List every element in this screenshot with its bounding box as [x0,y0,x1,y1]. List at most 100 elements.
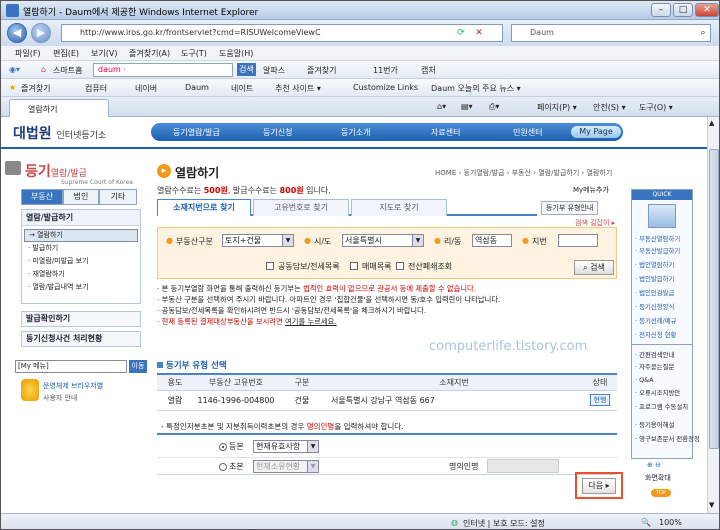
tab-realty[interactable]: 부동산 [21,189,63,205]
search-input[interactable]: Daum [511,24,711,42]
vertical-scrollbar[interactable]: ▲ ▼ [707,117,719,513]
subtab-address[interactable]: 소재지번으로 찾기 [157,199,251,216]
fav-nate[interactable]: 네이트 [231,83,253,94]
quick-item[interactable]: · 등기신청양식 [635,302,674,311]
nav-view-issue[interactable]: 등기열람/발급 [173,127,220,138]
print-icon[interactable]: ⎙▾ [489,102,499,112]
menu-help[interactable]: 도움말(H) [219,48,253,59]
status-badge[interactable]: 현행 [589,394,611,406]
toolbar-favorites[interactable]: 즐겨찾기 [307,65,336,76]
quick-item[interactable]: · 영구보존문서 전환정정 [635,434,700,443]
tab-etc[interactable]: 기타 [99,189,137,205]
close-button[interactable]: ✕ [695,3,719,17]
menu-item-issue[interactable]: · 발급하기 [28,243,58,253]
quick-item[interactable]: · 오류시조치방안 [635,388,680,397]
case-status-link[interactable]: 등기신청사건 처리현황 [21,331,141,347]
toolbar-11st[interactable]: 11번가 [373,65,398,76]
quick-item[interactable]: · 전자신청 현황 [635,330,676,339]
home-icon[interactable]: ⌂▾ [437,102,446,111]
jibun-input[interactable] [558,234,598,247]
radio-full-copy[interactable] [219,443,227,451]
fav-daum[interactable]: Daum [185,83,209,92]
issue-confirm-link[interactable]: 발급확인하기 [21,311,141,327]
quick-item[interactable]: · 간편검색안내 [635,350,674,359]
quick-item[interactable]: · 법인인감발급 [635,288,674,297]
quick-item[interactable]: · 부동산발급하기 [635,246,680,255]
menu-favorites[interactable]: 즐겨찾기(A) [129,48,170,59]
full-copy-select[interactable]: 현재유효사항 ▼ [253,440,319,453]
table-row[interactable]: 열람 1146-1996-004800 건물 서울특별시 강남구 역삼동 667… [157,390,617,411]
radio-abstract[interactable] [219,463,227,471]
zoom-level[interactable]: 100% [659,518,682,527]
back-button[interactable]: ◀ [7,23,27,43]
quick-item[interactable]: · 부동산열람하기 [635,234,680,243]
menu-item-review[interactable]: · 재열람하기 [28,269,65,279]
feed-icon[interactable]: ▤▾ [461,102,473,111]
fav-naver[interactable]: 네이버 [135,83,157,94]
top-button[interactable]: TOP [651,489,671,497]
nav-resources[interactable]: 자료센터 [431,127,460,138]
search-icon[interactable]: ⌕ [695,25,711,41]
fav-suggested[interactable]: 추천 사이트 ▾ [275,83,321,94]
fav-daum-news[interactable]: Daum 오늘의 주요 뉴스 ▾ [431,83,521,94]
quick-item[interactable]: · 프로그램 수동설치 [635,402,688,411]
zoom-icon[interactable]: 🔍 [641,518,651,527]
minimize-button[interactable]: – [651,3,671,17]
refresh-icon[interactable]: ⟳ [453,25,469,41]
quick-item[interactable]: · 법인열람하기 [635,260,674,269]
owner-name-input[interactable] [487,459,559,473]
quick-item[interactable]: · 자주묻는질문 [635,362,674,371]
chk-closed-records[interactable] [396,262,404,270]
menu-item-unviewed[interactable]: · 미열람/미발급 보기 [28,256,89,266]
ridong-input[interactable]: 역삼동 [472,234,512,247]
sido-select[interactable]: 서울특별시 ▼ [342,234,424,247]
safety-menu[interactable]: 안전(S) ▾ [593,102,626,113]
next-button[interactable]: 다음 ▸ [582,478,616,494]
tab-corp[interactable]: 법인 [63,189,99,205]
daum-search-input[interactable]: daum · [93,63,233,77]
toolbar-capture[interactable]: 캡처 [421,65,436,76]
abstract-select[interactable]: 현재소유현황 ▼ [253,460,319,473]
nav-application[interactable]: 등기신청 [263,127,292,138]
stop-icon[interactable]: ✕ [471,25,487,41]
zoom-in-out-icons[interactable]: ⊕ ⊖ [647,461,661,469]
subtab-unique-number[interactable]: 고유번호로 찾기 [253,199,349,216]
maximize-button[interactable]: □ [673,3,693,17]
subtab-map[interactable]: 지도로 찾기 [351,199,447,216]
favorites-button[interactable]: 즐겨찾기 [21,83,50,94]
menu-edit[interactable]: 편집(E) [53,48,79,59]
menu-item-history[interactable]: · 열람/발급내역 보기 [28,282,89,292]
realty-type-select[interactable]: 토지+건물 ▼ [222,234,294,247]
form-search-button[interactable]: ⌕ 검색 [574,260,614,275]
os-browser-guide[interactable]: 운영체제 브라우저별 사용자 안내 [21,379,141,405]
daum-search-button[interactable]: 검색 [237,63,256,76]
nav-intro[interactable]: 등기소개 [341,127,370,138]
fav-customize[interactable]: Customize Links [353,83,418,92]
mymenu-select[interactable]: [My 메뉴] [15,360,127,373]
scroll-down-icon[interactable]: ▼ [709,501,714,509]
tools-menu[interactable]: 도구(O) ▾ [639,102,673,113]
scroll-thumb[interactable] [709,149,719,449]
menu-view[interactable]: 보기(V) [91,48,117,59]
quick-item[interactable]: · 등기선례/예규 [635,316,677,325]
chk-sale-list[interactable] [350,262,358,270]
quick-item[interactable]: · 등기용어해설 [635,420,674,429]
page-menu[interactable]: 페이지(P) ▾ [537,102,577,113]
menu-file[interactable]: 파일(F) [15,48,41,59]
site-logo[interactable]: 대법원 인터넷등기소 [13,123,106,143]
quick-item[interactable]: · 법인발급하기 [635,274,674,283]
menu-tools[interactable]: 도구(T) [181,48,207,59]
mypage-button[interactable]: My Page [571,126,621,138]
nav-civil[interactable]: 민원센터 [513,127,542,138]
forward-button[interactable]: ▶ [31,23,51,43]
menu-item-view[interactable]: → 열람하기 [24,229,138,242]
smart-home-link[interactable]: 스마트홈 [53,65,82,76]
click-here-link[interactable]: 여기를 누르세요. [285,317,337,326]
chk-joint-collateral[interactable] [266,262,274,270]
registry-type-guide[interactable]: 등기부 유형안내 [541,201,599,215]
mymenu-go-button[interactable]: 이동 [129,360,147,373]
browser-tab[interactable]: 열람하기 [9,99,109,117]
toolbar-alpas[interactable]: 알파스 [263,65,285,76]
fav-computer[interactable]: 컴퓨터 [85,83,107,94]
quick-item[interactable]: · Q&A [635,376,653,384]
